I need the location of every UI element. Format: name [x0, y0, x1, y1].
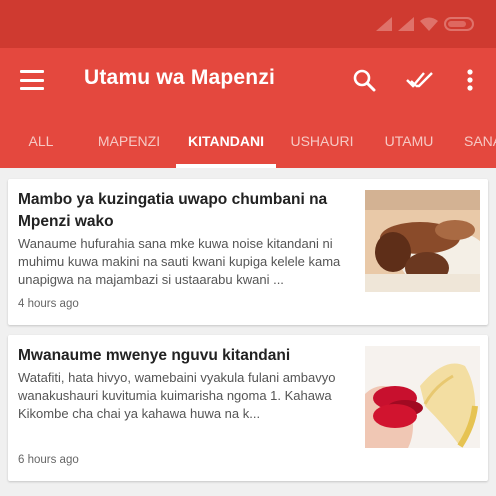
mark-all-read-button[interactable]	[406, 66, 436, 94]
article-card[interactable]: Mambo ya kuzingatia uwapo chumbani na Mp…	[8, 179, 488, 325]
article-thumbnail[interactable]	[365, 346, 480, 448]
search-button[interactable]	[350, 66, 378, 94]
search-icon	[353, 69, 376, 92]
app-bar: Utamu wa Mapenzi	[0, 48, 496, 112]
more-options-button[interactable]	[458, 66, 482, 94]
article-title[interactable]: Mwanaume mwenye nguvu kitandani	[18, 345, 348, 367]
article-snippet: Watafiti, hata hivyo, wamebaini vyakula …	[18, 370, 336, 421]
tab-sana[interactable]: SANA	[464, 112, 496, 168]
status-icons	[376, 16, 474, 32]
tab-utamu[interactable]: UTAMU	[376, 112, 442, 168]
hamburger-menu-icon[interactable]	[20, 68, 44, 92]
battery-icon	[444, 17, 474, 31]
article-title[interactable]: Mambo ya kuzingatia uwapo chumbani na Mp…	[18, 189, 348, 233]
article-time: 6 hours ago	[18, 454, 79, 466]
tab-kitandani[interactable]: KITANDANI	[176, 112, 276, 168]
couple-bed-photo	[365, 190, 480, 292]
signal-icon	[398, 17, 414, 31]
app-title: Utamu wa Mapenzi	[84, 66, 276, 89]
article-card[interactable]: Mwanaume mwenye nguvu kitandani Watafiti…	[8, 335, 488, 481]
double-check-icon	[406, 72, 433, 88]
signal-icon	[376, 17, 392, 31]
status-bar	[0, 0, 496, 48]
more-vert-icon	[467, 69, 473, 91]
tab-mapenzi[interactable]: MAPENZI	[88, 112, 170, 168]
category-tabs: ALL MAPENZI KITANDANI USHAURI UTAMU SANA	[0, 112, 496, 168]
article-thumbnail[interactable]	[365, 190, 480, 292]
article-snippet: Wanaume hufurahia sana mke kuwa noise ki…	[18, 236, 341, 287]
wifi-icon	[420, 17, 438, 31]
active-tab-indicator	[176, 164, 276, 168]
lips-banana-photo	[365, 346, 480, 448]
tab-all[interactable]: ALL	[14, 112, 68, 168]
article-time: 4 hours ago	[18, 298, 79, 310]
tab-ushauri[interactable]: USHAURI	[282, 112, 362, 168]
